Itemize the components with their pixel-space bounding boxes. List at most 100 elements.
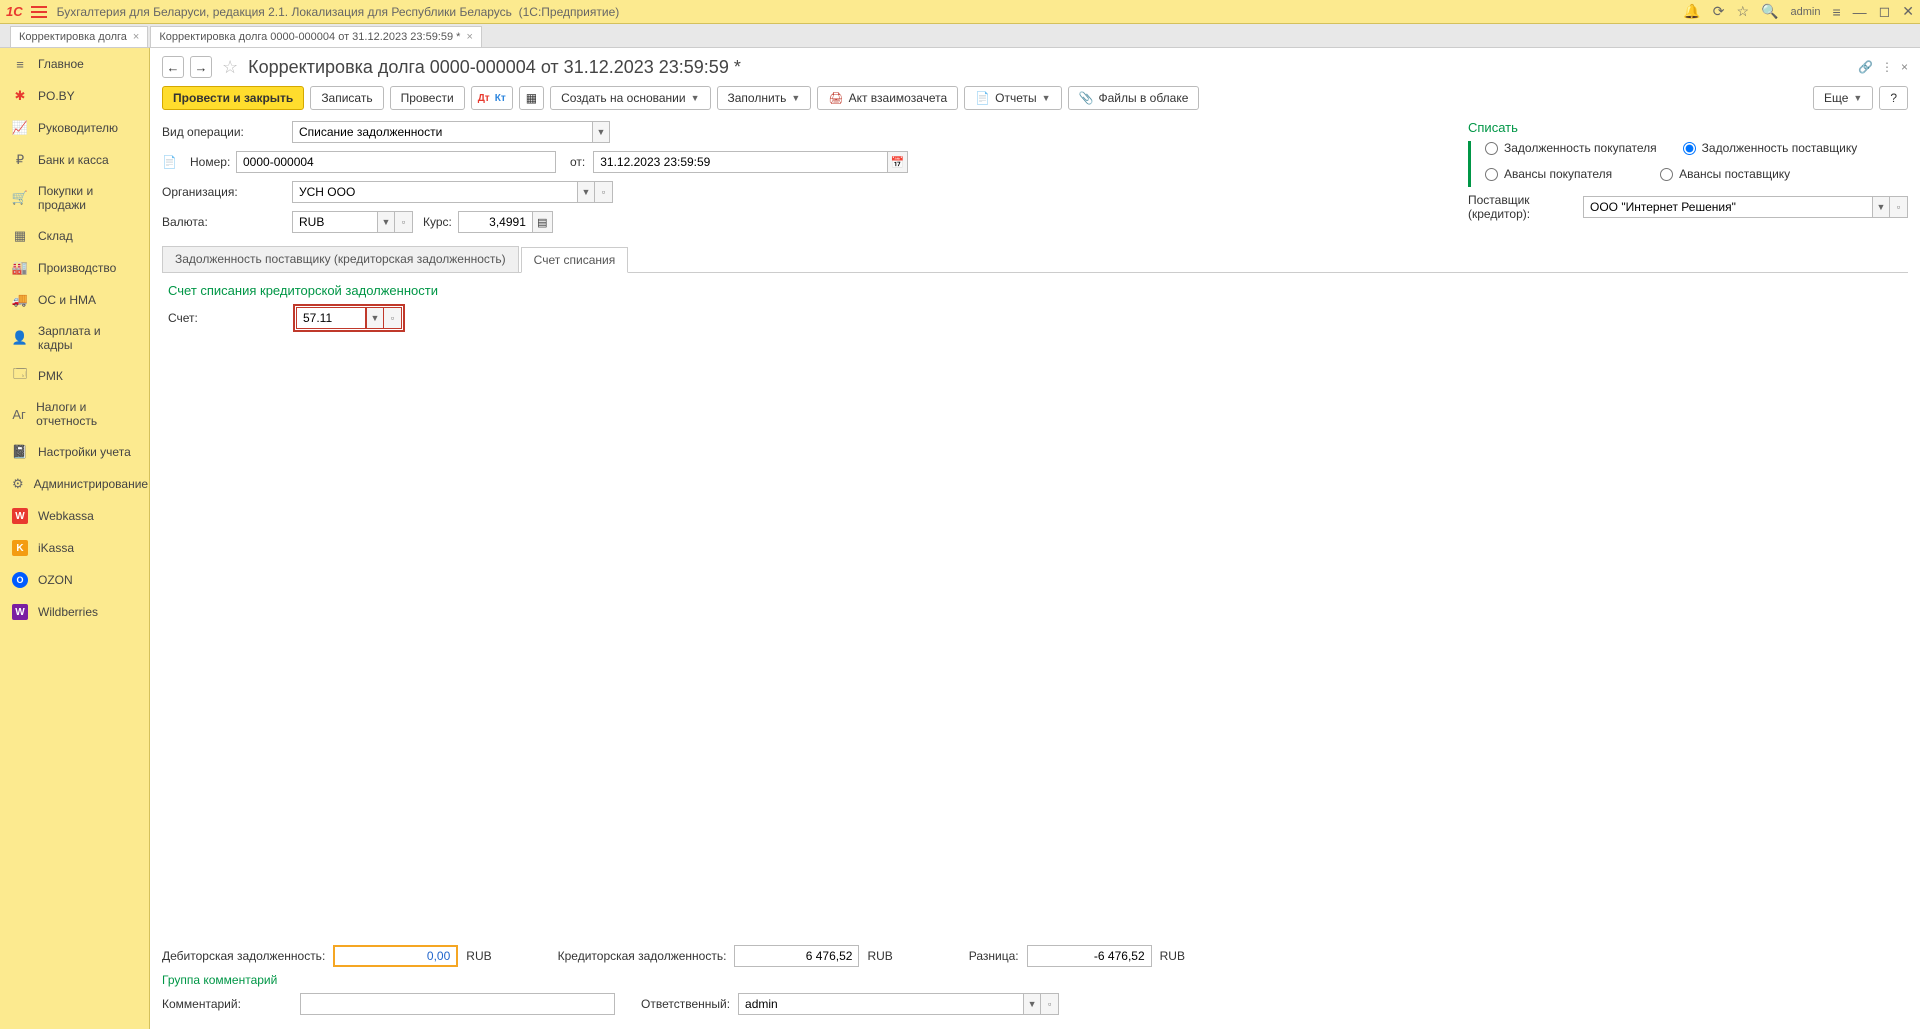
operation-label: Вид операции: [162, 125, 292, 139]
sidebar-label: Производство [38, 261, 116, 275]
star-icon[interactable]: ☆ [1737, 3, 1750, 20]
org-input[interactable] [292, 181, 577, 203]
sidebar-item-bank[interactable]: ₽Банк и касса [0, 144, 149, 176]
tab-item[interactable]: Корректировка долга 0000-000004 от 31.12… [150, 26, 482, 47]
sidebar-item-warehouse[interactable]: ▦Склад [0, 220, 149, 252]
ruble-icon: ₽ [12, 152, 28, 168]
writeoff-title: Списать [1468, 120, 1908, 135]
text-icon: Aг [12, 406, 26, 422]
user-label[interactable]: admin [1791, 6, 1821, 18]
responsible-input[interactable] [738, 993, 1023, 1015]
calculator-icon[interactable]: ▤ [533, 211, 553, 233]
sidebar-item-wildberries[interactable]: WWildberries [0, 596, 149, 628]
history-icon[interactable]: ⟳ [1713, 3, 1725, 20]
sidebar-item-admin[interactable]: ⚙Администрирование [0, 468, 149, 500]
app-title: Бухгалтерия для Беларуси, редакция 2.1. … [57, 5, 620, 19]
sidebar-item-sales[interactable]: 🛒Покупки и продажи [0, 176, 149, 220]
bell-icon[interactable]: 🔔 [1683, 3, 1700, 20]
comment-group-link[interactable]: Группа комментарий [162, 973, 277, 987]
sidebar-item-tax[interactable]: AгНалоги и отчетность [0, 392, 149, 436]
tab-close-icon[interactable]: × [466, 31, 472, 43]
sidebar-item-poby[interactable]: ✱PO.BY [0, 80, 149, 112]
structure-button[interactable]: ▦ [519, 86, 544, 110]
help-button[interactable]: ? [1879, 86, 1908, 110]
rate-input[interactable] [458, 211, 533, 233]
currency-input[interactable] [292, 211, 377, 233]
tab-close-icon[interactable]: × [133, 31, 139, 43]
dt-kt-button[interactable]: ДтКт [471, 86, 513, 110]
menu-icon: ≡ [12, 56, 28, 72]
sidebar-label: Склад [38, 229, 73, 243]
more-button[interactable]: Еще▼ [1813, 86, 1873, 110]
dropdown-icon[interactable]: ▼ [366, 307, 384, 329]
sidebar-item-hr[interactable]: 👤Зарплата и кадры [0, 316, 149, 360]
nav-forward-button[interactable]: → [190, 56, 212, 78]
dropdown-icon[interactable]: ▼ [577, 181, 595, 203]
comment-input[interactable] [300, 993, 615, 1015]
number-input[interactable] [236, 151, 556, 173]
save-button[interactable]: Записать [310, 86, 383, 110]
credit-label: Кредиторская задолженность: [558, 949, 727, 963]
sidebar-item-manager[interactable]: 📈Руководителю [0, 112, 149, 144]
sidebar-item-settings[interactable]: 📓Настройки учета [0, 436, 149, 468]
credit-input[interactable] [734, 945, 859, 967]
open-icon[interactable]: ▫ [1890, 196, 1908, 218]
reports-button[interactable]: 📄Отчеты▼ [964, 86, 1061, 110]
sidebar-label: Зарплата и кадры [38, 324, 137, 352]
fill-button[interactable]: Заполнить▼ [717, 86, 812, 110]
close-doc-icon[interactable]: × [1901, 60, 1908, 74]
radio-supplier-debt[interactable]: Задолженность поставщику [1683, 141, 1858, 155]
sidebar-label: OZON [38, 573, 73, 587]
create-based-button[interactable]: Создать на основании▼ [550, 86, 710, 110]
radio-buyer-debt[interactable]: Задолженность покупателя [1485, 141, 1657, 155]
from-label: от: [570, 155, 585, 169]
dropdown-icon[interactable]: ▼ [377, 211, 395, 233]
inner-tab-debt[interactable]: Задолженность поставщику (кредиторская з… [162, 246, 519, 272]
open-icon[interactable]: ▫ [395, 211, 413, 233]
radio-supplier-advance[interactable]: Авансы поставщику [1660, 167, 1790, 181]
diff-input[interactable] [1027, 945, 1152, 967]
post-and-close-button[interactable]: Провести и закрыть [162, 86, 304, 110]
open-icon[interactable]: ▫ [1041, 993, 1059, 1015]
debit-input[interactable] [333, 945, 458, 967]
dropdown-icon[interactable]: ▼ [1872, 196, 1890, 218]
sidebar-item-main[interactable]: ≡ Главное [0, 48, 149, 80]
tab-item[interactable]: Корректировка долга × [10, 26, 148, 47]
inner-tab-account[interactable]: Счет списания [521, 247, 629, 273]
post-button[interactable]: Провести [390, 86, 465, 110]
sidebar-item-assets[interactable]: 🚚ОС и НМА [0, 284, 149, 316]
sidebar-item-webkassa[interactable]: WWebkassa [0, 500, 149, 532]
truck-icon: 🚚 [12, 292, 28, 308]
minimize-icon[interactable]: — [1853, 4, 1867, 20]
supplier-input[interactable] [1583, 196, 1872, 218]
date-input[interactable] [593, 151, 888, 173]
dropdown-icon[interactable]: ▼ [1023, 993, 1041, 1015]
sidebar-item-ikassa[interactable]: KiKassa [0, 532, 149, 564]
sidebar-label: Покупки и продажи [38, 184, 137, 212]
menu-burger-icon[interactable] [31, 6, 47, 18]
operation-input[interactable] [292, 121, 592, 143]
radio-buyer-advance[interactable]: Авансы покупателя [1485, 167, 1612, 181]
sidebar-item-ozon[interactable]: OOZON [0, 564, 149, 596]
act-button[interactable]: 🖨Акт взаимозачета [817, 86, 958, 110]
maximize-icon[interactable]: ◻ [1879, 3, 1891, 20]
cloud-files-button[interactable]: 📎Файлы в облаке [1068, 86, 1200, 110]
sidebar-label: Главное [38, 57, 84, 71]
account-input[interactable] [296, 307, 366, 329]
dropdown-icon[interactable]: ▼ [592, 121, 610, 143]
new-doc-icon[interactable]: 📄 [162, 155, 190, 169]
more-menu-icon[interactable]: ⋮ [1881, 60, 1893, 74]
favorite-star-icon[interactable]: ☆ [222, 57, 238, 78]
sidebar-item-production[interactable]: 🏭Производство [0, 252, 149, 284]
open-icon[interactable]: ▫ [595, 181, 613, 203]
link-icon[interactable]: 🔗 [1858, 60, 1873, 74]
sidebar-label: Руководителю [38, 121, 118, 135]
calendar-icon[interactable]: 📅 [888, 151, 908, 173]
sidebar-item-rmk[interactable]: 🗔РМК [0, 360, 149, 392]
open-icon[interactable]: ▫ [384, 307, 402, 329]
search-icon[interactable]: 🔍 [1761, 3, 1778, 20]
close-window-icon[interactable]: ✕ [1902, 3, 1914, 20]
nav-back-button[interactable]: ← [162, 56, 184, 78]
settings-icon[interactable]: ≡ [1832, 4, 1840, 20]
diff-label: Разница: [969, 949, 1019, 963]
